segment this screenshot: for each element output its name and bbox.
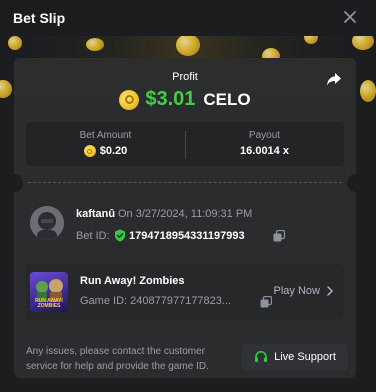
support-notice: Any issues, please contact the customer … xyxy=(26,346,209,372)
profit-label: Profit xyxy=(172,71,198,83)
payout-column: Payout 16.0014 x xyxy=(185,122,344,166)
chevron-right-icon xyxy=(327,286,334,296)
decorative-coin xyxy=(176,36,200,56)
game-id: Game ID: 240877977177823... xyxy=(80,295,231,307)
bet-slip-header: Bet Slip xyxy=(0,0,376,36)
bet-amount-value-row: $0.20 xyxy=(26,145,185,157)
ticket-notch-left xyxy=(5,174,23,192)
bet-slip-title: Bet Slip xyxy=(13,10,66,26)
live-support-button[interactable]: Live Support xyxy=(242,344,348,370)
play-now-button[interactable]: Play Now xyxy=(274,285,334,297)
profit-row: $3.01 CELO xyxy=(14,88,356,111)
copy-icon[interactable] xyxy=(260,296,272,308)
coin-icon xyxy=(83,145,96,157)
game-info-row: RUN AWAY! ZOMBIES Run Away! Zombies Game… xyxy=(26,264,344,320)
decorative-coin xyxy=(86,38,104,51)
decorative-coin xyxy=(8,36,22,50)
bet-id-label: Bet ID: xyxy=(76,230,110,242)
bet-amount-label: Bet Amount xyxy=(79,130,132,141)
game-id-label: Game ID: xyxy=(80,295,128,307)
coin-icon xyxy=(119,89,140,110)
payout-value: 16.0014 x xyxy=(240,145,289,157)
bet-summary: Bet Amount $0.20 Payout 16.0014 x xyxy=(26,122,344,166)
profit-section: Profit $3.01 CELO xyxy=(14,58,356,116)
dashed-divider xyxy=(28,182,342,183)
bet-slip-card: Profit $3.01 CELO Bet Amount $0.20 Payou… xyxy=(5,58,365,378)
share-icon[interactable] xyxy=(325,70,343,88)
close-icon[interactable] xyxy=(342,9,358,25)
bet-id-value: 1794718954331197993 xyxy=(129,230,245,242)
profit-amount: $3.01 xyxy=(145,88,196,110)
shield-icon xyxy=(115,229,125,242)
bet-amount-column: Bet Amount $0.20 xyxy=(26,122,185,166)
profit-currency: CELO xyxy=(203,89,251,109)
live-support-label: Live Support xyxy=(274,351,336,363)
headset-icon xyxy=(255,350,268,362)
game-thumbnail[interactable]: RUN AWAY! ZOMBIES xyxy=(30,272,68,312)
username: kaftanû xyxy=(76,208,116,220)
decorative-coin xyxy=(360,80,376,102)
bet-amount-value: $0.20 xyxy=(99,145,128,157)
bet-user-info: kaftanû On 3/27/2024, 11:09:31 PM Bet ID… xyxy=(30,204,350,244)
bet-datetime: On 3/27/2024, 11:09:31 PM xyxy=(118,208,253,220)
decorative-coin xyxy=(0,80,12,98)
payout-label: Payout xyxy=(248,130,281,141)
decorative-coin xyxy=(352,36,374,50)
game-name: Run Away! Zombies xyxy=(80,275,185,287)
ticket-notch-right xyxy=(347,174,365,192)
copy-icon[interactable] xyxy=(273,230,285,242)
avatar-image xyxy=(30,206,64,240)
game-thumbnail-caption: RUN AWAY! ZOMBIES xyxy=(35,298,63,309)
game-id-value: 240877977177823... xyxy=(130,295,232,307)
avatar xyxy=(30,206,64,240)
play-now-label: Play Now xyxy=(273,285,320,297)
decorative-coin xyxy=(304,36,318,44)
